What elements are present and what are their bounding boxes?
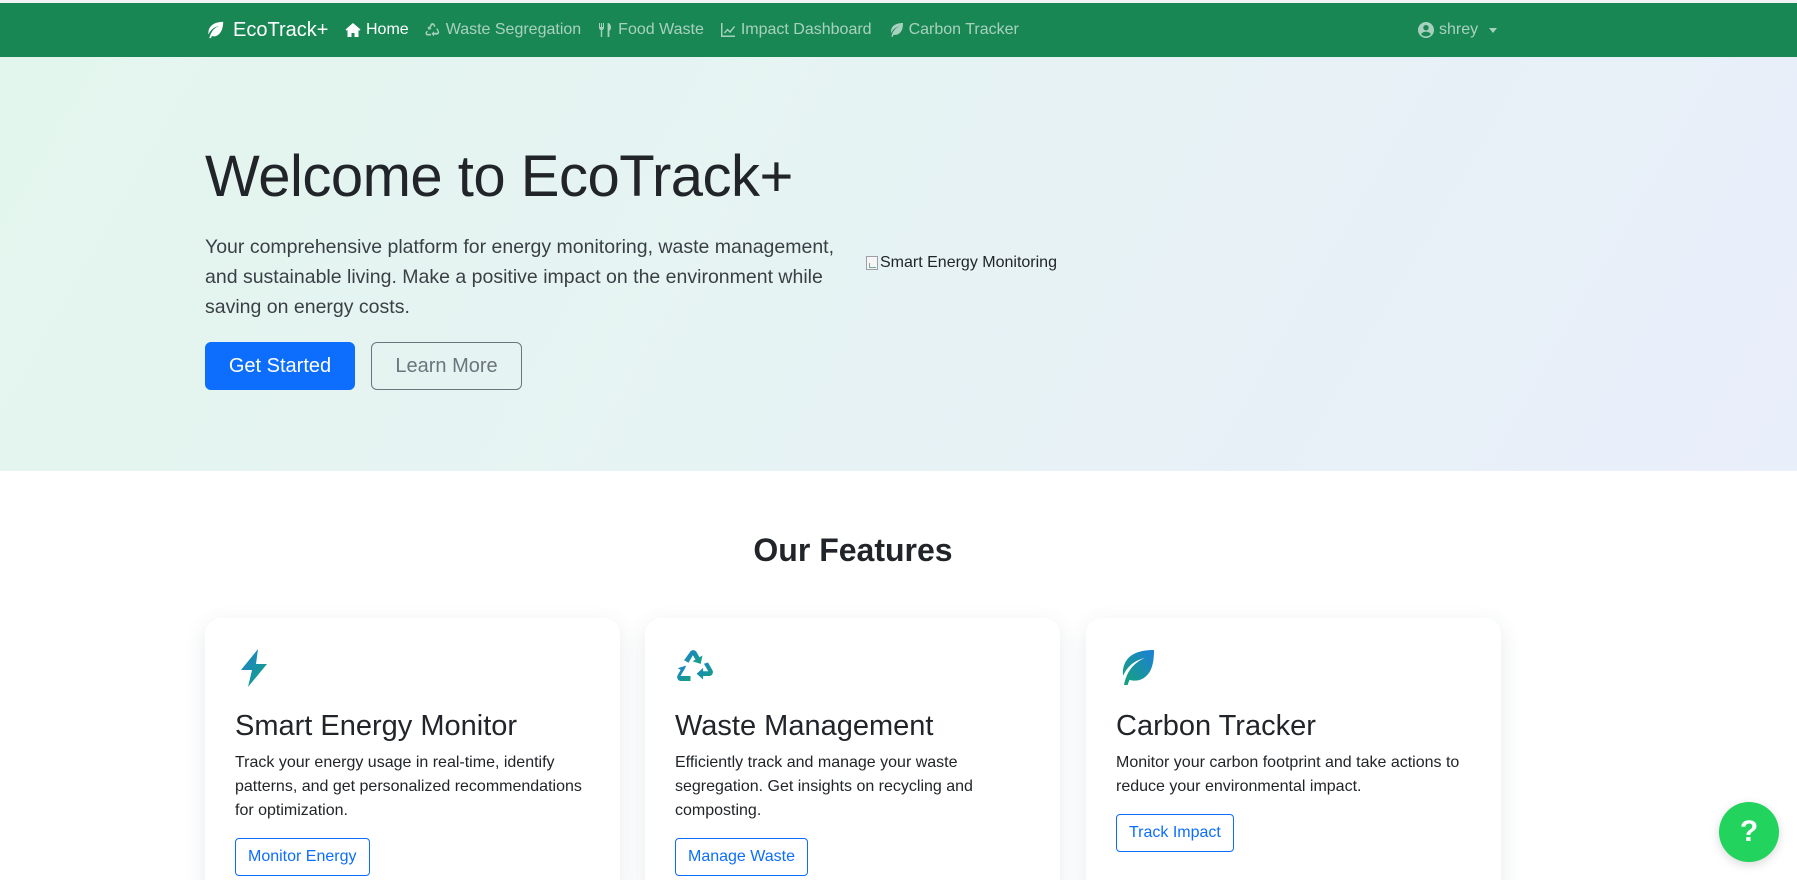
features-title: Our Features — [753, 532, 953, 568]
nav-link-label: Waste Segregation — [445, 21, 582, 38]
card-title: Waste Management — [675, 710, 934, 742]
user-name: shrey — [1439, 21, 1479, 38]
manage-waste-button[interactable]: Manage Waste — [675, 838, 809, 876]
user-dropdown[interactable]: shrey — [1418, 3, 1498, 57]
nav-link-label: Carbon Tracker — [908, 21, 1019, 38]
broken-image-icon — [866, 256, 878, 270]
hero-image: Smart Energy Monitoring — [866, 254, 1057, 272]
bolt-icon — [241, 649, 267, 687]
utensils-icon — [599, 23, 612, 37]
chevron-down-icon — [1489, 27, 1498, 33]
nav-link-label: Impact Dashboard — [740, 21, 872, 38]
card-text: Track your energy usage in real-time, id… — [235, 754, 582, 819]
track-impact-button[interactable]: Track Impact — [1116, 814, 1234, 852]
leaf-icon — [890, 23, 903, 37]
hero-image-alt: Smart Energy Monitoring — [880, 254, 1057, 271]
nav-link-impact-dashboard[interactable]: Impact Dashboard — [720, 21, 872, 39]
leaf-icon — [1122, 650, 1154, 685]
feature-card-carbon: Carbon Tracker Monitor your carbon footp… — [1086, 618, 1501, 880]
home-icon — [345, 23, 361, 37]
nav-link-home[interactable]: Home — [345, 21, 409, 39]
recycle-icon — [425, 23, 439, 37]
get-started-button[interactable]: Get Started — [205, 342, 355, 390]
card-title: Smart Energy Monitor — [235, 710, 518, 742]
card-text: Efficiently track and manage your waste … — [675, 754, 973, 819]
user-circle-icon — [1418, 22, 1434, 38]
leaf-icon — [208, 21, 224, 39]
nav-link-carbon-tracker[interactable]: Carbon Tracker — [888, 21, 1019, 39]
recycle-icon — [677, 650, 713, 681]
hero-buttons: Get Started Learn More — [205, 342, 522, 390]
nav-link-label: Home — [366, 21, 409, 38]
learn-more-button[interactable]: Learn More — [371, 342, 522, 390]
feature-card-waste: Waste Management Efficiently track and m… — [645, 618, 1060, 880]
nav-links: Home Waste Segregation Food Waste Impact… — [345, 3, 1019, 57]
hero-title: Welcome to EcoTrack+ — [205, 144, 793, 209]
brand-name: EcoTrack+ — [233, 18, 329, 41]
navbar: EcoTrack+ Home Waste Segregation Food Wa… — [0, 3, 1797, 57]
monitor-energy-button[interactable]: Monitor Energy — [235, 838, 370, 876]
help-button[interactable]: ? — [1719, 802, 1779, 862]
card-text: Monitor your carbon footprint and take a… — [1116, 754, 1460, 795]
card-title: Carbon Tracker — [1116, 710, 1316, 742]
nav-link-label: Food Waste — [618, 21, 704, 38]
nav-link-waste-segregation[interactable]: Waste Segregation — [425, 21, 581, 39]
feature-card-energy: Smart Energy Monitor Track your energy u… — [205, 618, 620, 880]
hero-section: Welcome to EcoTrack+ Your comprehensive … — [0, 57, 1797, 471]
brand-link[interactable]: EcoTrack+ — [205, 3, 328, 57]
hero-description: Your comprehensive platform for energy m… — [205, 236, 835, 318]
nav-link-food-waste[interactable]: Food Waste — [597, 21, 704, 39]
chart-line-icon — [720, 23, 735, 37]
